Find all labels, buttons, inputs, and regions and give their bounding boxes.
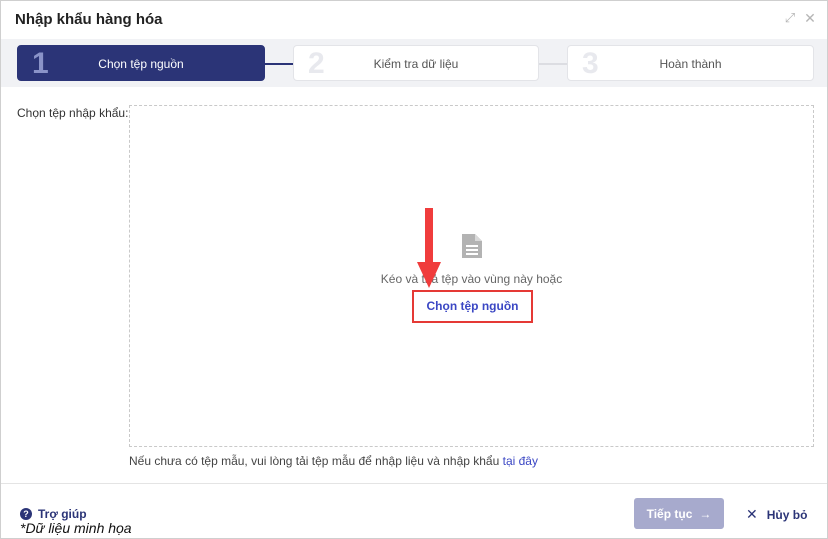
step-check-data: 2 Kiểm tra dữ liệu [293, 45, 539, 81]
template-hint: Nếu chưa có tệp mẫu, vui lòng tải tệp mẫ… [129, 454, 538, 468]
import-file-label: Chọn tệp nhập khẩu: [17, 106, 129, 120]
choose-source-file-button[interactable]: Chọn tệp nguồn [412, 290, 533, 323]
illustration-note: *Dữ liệu minh họa [20, 520, 132, 536]
dialog-title: Nhập khẩu hàng hóa [15, 11, 163, 28]
help-label: Trợ giúp [38, 507, 87, 521]
download-template-link[interactable]: tại đây [503, 454, 538, 468]
step-complete: 3 Hoàn thành [567, 45, 814, 81]
next-button-label: Tiếp tục [646, 506, 693, 521]
step-connector-1 [265, 63, 293, 65]
template-hint-text: Nếu chưa có tệp mẫu, vui lòng tải tệp mẫ… [129, 454, 503, 468]
expand-icon[interactable]: ⤢ [783, 11, 797, 25]
cancel-button[interactable]: ✕ Hủy bỏ [746, 506, 807, 523]
step-choose-source: 1 Chọn tệp nguồn [17, 45, 265, 81]
red-arrow-annotation [417, 208, 441, 288]
drop-instructions: Kéo và thả tệp vào vùng này hoặc [380, 272, 563, 286]
step-label: Hoàn thành [659, 57, 722, 71]
arrow-right-icon: → [699, 506, 712, 521]
footer-divider [1, 483, 827, 484]
file-icon [462, 234, 482, 258]
question-icon: ? [20, 508, 32, 520]
step-label: Chọn tệp nguồn [98, 57, 184, 71]
step-label: Kiểm tra dữ liệu [373, 57, 459, 71]
close-icon: ✕ [746, 506, 758, 522]
close-icon[interactable]: ✕ [803, 11, 817, 25]
help-link[interactable]: ? Trợ giúp [20, 507, 87, 521]
import-goods-dialog: Nhập khẩu hàng hóa ⤢ ✕ 1 Chọn tệp nguồn … [0, 0, 828, 539]
dialog-titlebar: Nhập khẩu hàng hóa ⤢ ✕ [1, 1, 827, 39]
next-button[interactable]: Tiếp tục → [634, 498, 724, 529]
step-connector-2 [539, 63, 567, 65]
cancel-button-label: Hủy bỏ [766, 507, 808, 522]
